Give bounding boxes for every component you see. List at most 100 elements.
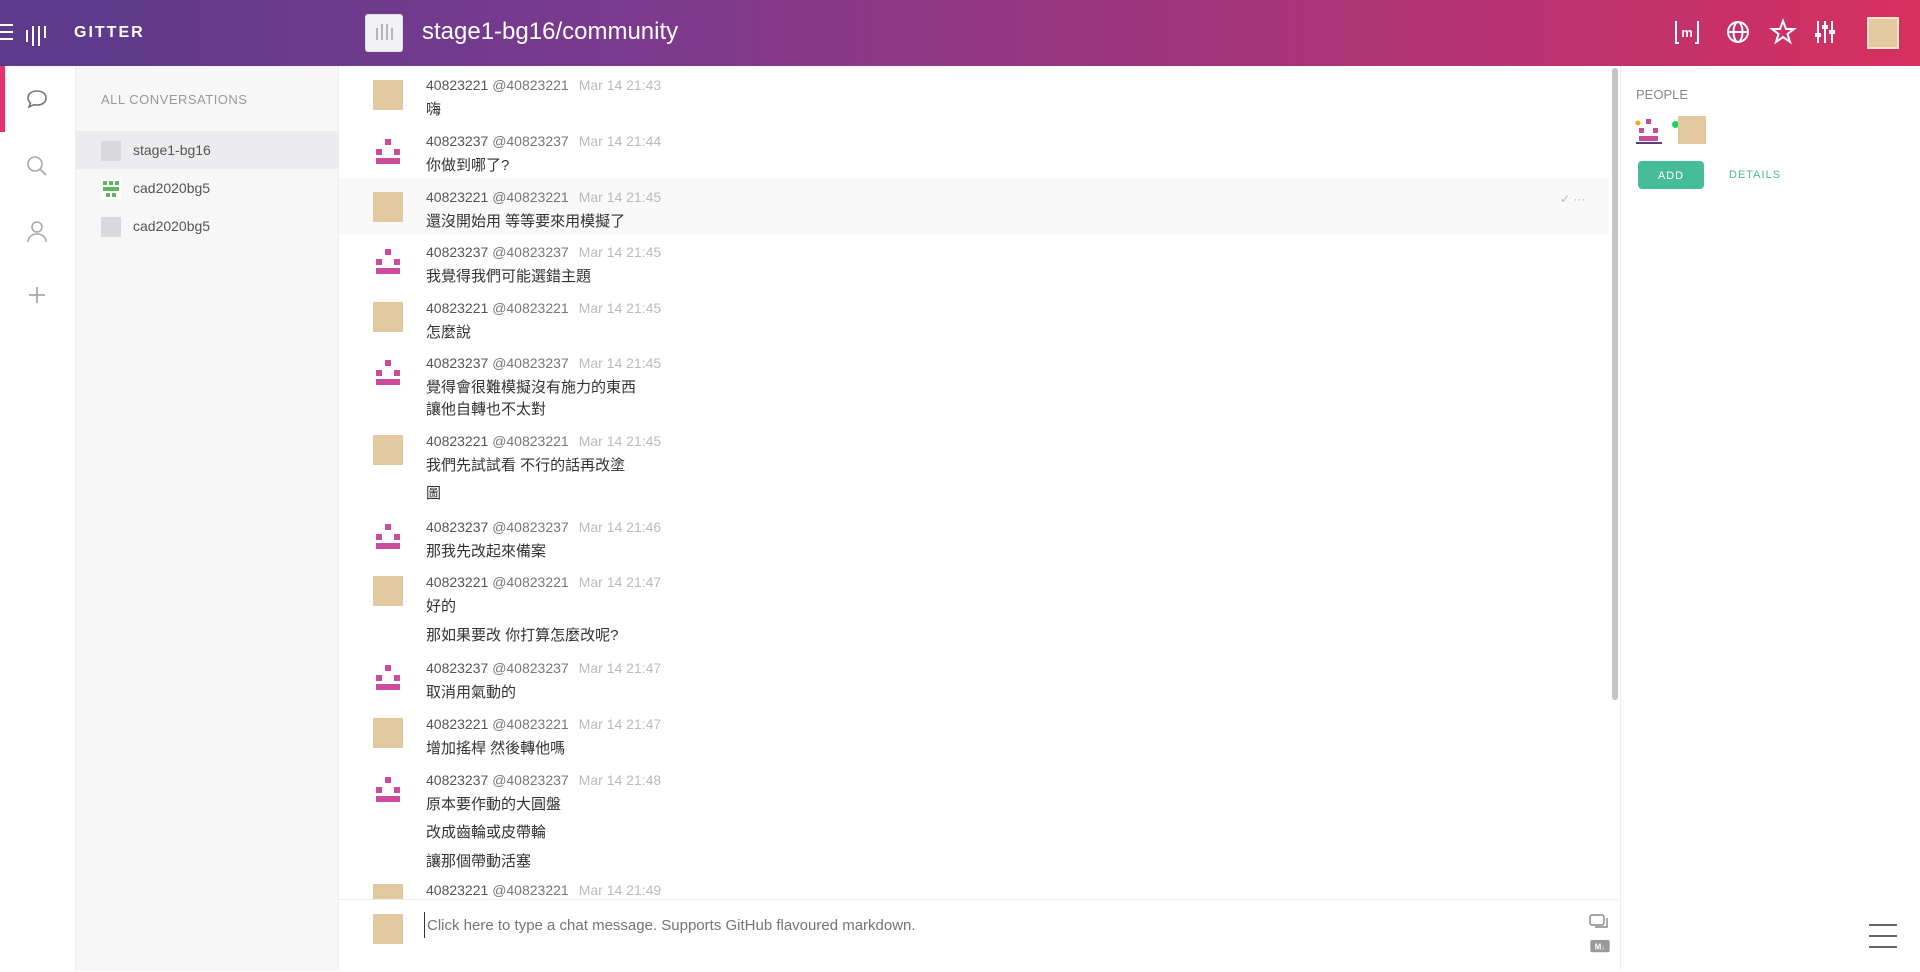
chat-input[interactable] [424,912,1579,938]
message-username[interactable]: @40823221 [492,882,569,898]
left-nav [0,66,76,971]
message-actions[interactable]: ✓ ··· [1560,192,1585,206]
message-avatar[interactable] [373,521,403,551]
message-time[interactable]: Mar 14 21:48 [579,772,662,788]
message-text: 讓那個帶動活塞 [426,853,532,870]
message-author[interactable]: 40823221 [426,716,488,732]
globe-icon[interactable] [1724,18,1752,46]
message-username[interactable]: @40823237 [492,133,569,149]
message-text: 好的 [426,598,457,615]
hamburger-icon[interactable] [0,24,13,42]
message-avatar[interactable] [373,576,403,606]
message-author[interactable]: 40823221 [426,574,488,590]
message-avatar[interactable] [373,192,403,222]
message-text: 原本要作動的大圓盤 [426,796,562,813]
message-username[interactable]: @40823237 [492,355,569,371]
chat-icon[interactable] [24,86,50,112]
message-text: 還沒開始用 等等要來用模擬了 [426,213,626,230]
message-author[interactable]: 40823221 [426,433,488,449]
message: 40823237 @40823237 Mar 14 21:46 那我先改起來備案 [339,510,1609,566]
message-time[interactable]: Mar 14 21:44 [579,133,662,149]
svg-text:M↓: M↓ [1595,943,1605,952]
message-avatar[interactable] [373,435,403,465]
message-header: 40823237 @40823237 Mar 14 21:48 [426,772,661,788]
settings-sliders-icon[interactable] [1811,18,1839,46]
message-author[interactable]: 40823221 [426,189,488,205]
message-header: 40823237 @40823237 Mar 14 21:47 [426,660,661,676]
conversation-item-stage1-bg16[interactable]: stage1-bg16 [76,131,338,169]
message-author[interactable]: 40823237 [426,660,488,676]
message-username[interactable]: @40823237 [492,660,569,676]
message-username[interactable]: @40823221 [492,77,569,93]
chat-area: 40823221 @40823221 Mar 14 21:43 嗨 4082323… [339,66,1619,899]
message-time[interactable]: Mar 14 21:46 [579,519,662,535]
gitter-logo-icon[interactable] [26,22,48,46]
svg-text:m: m [1681,25,1693,40]
message-time[interactable]: Mar 14 21:45 [579,189,662,205]
message-author[interactable]: 40823237 [426,133,488,149]
message-time[interactable]: Mar 14 21:45 [579,300,662,316]
message: 40823237 @40823237 Mar 14 21:44 你做到哪了? [339,122,1609,178]
message-avatar[interactable] [373,80,403,110]
people-avatar[interactable] [1635,116,1663,144]
message-username[interactable]: @40823221 [492,574,569,590]
message-author[interactable]: 40823237 [426,355,488,371]
message-time[interactable]: Mar 14 21:45 [579,355,662,371]
message-text: 取消用氣動的 [426,684,517,701]
message-username[interactable]: @40823237 [492,772,569,788]
more-options-icon[interactable]: ··· [1573,192,1585,206]
menu-icon[interactable] [1869,924,1897,950]
message-avatar[interactable] [373,774,403,804]
message-avatar[interactable] [373,662,403,692]
people-avatar[interactable] [1678,116,1706,144]
room-title[interactable]: stage1-bg16/community [422,18,678,46]
compose-mode-icon[interactable] [1589,914,1611,930]
message-username[interactable]: @40823237 [492,244,569,260]
message-time[interactable]: Mar 14 21:43 [579,77,662,93]
message-username[interactable]: @40823221 [492,300,569,316]
message-time[interactable]: Mar 14 21:45 [579,433,662,449]
message-time[interactable]: Mar 14 21:47 [579,574,662,590]
add-people-button[interactable]: ADD [1638,161,1704,189]
conversation-item-cad2020bg5-2[interactable]: cad2020bg5 [76,207,338,245]
right-panel: PEOPLE ADD DETAILS [1620,66,1920,971]
message-author[interactable]: 40823221 [426,300,488,316]
message-avatar[interactable] [373,302,403,332]
chat-scrollbar[interactable] [1612,68,1618,700]
message-time[interactable]: Mar 14 21:49 [579,882,662,898]
read-check-icon: ✓ [1560,192,1571,206]
message-username[interactable]: @40823221 [492,716,569,732]
person-icon[interactable] [24,218,50,244]
conversation-label: stage1-bg16 [133,142,211,158]
message-author[interactable]: 40823221 [426,77,488,93]
message-username[interactable]: @40823221 [492,189,569,205]
message-author[interactable]: 40823237 [426,244,488,260]
message-avatar[interactable] [373,718,403,748]
markdown-icon[interactable]: M↓ [1589,940,1611,956]
details-link[interactable]: DETAILS [1729,169,1781,181]
message-time[interactable]: Mar 14 21:47 [579,716,662,732]
plus-icon[interactable] [24,282,50,308]
gitter-logo-text[interactable]: GITTER [74,24,145,42]
message-time[interactable]: Mar 14 21:45 [579,244,662,260]
message: 40823221 @40823221 Mar 14 21:45 我們先試試看 不行… [339,424,1609,510]
message-avatar[interactable] [373,884,403,899]
message-author[interactable]: 40823221 [426,882,488,898]
message-username[interactable]: @40823221 [492,433,569,449]
message-author[interactable]: 40823237 [426,772,488,788]
search-icon[interactable] [24,153,50,179]
message-avatar[interactable] [373,136,403,166]
message-avatar[interactable] [373,246,403,276]
message-time[interactable]: Mar 14 21:47 [579,660,662,676]
user-avatar[interactable] [1867,17,1899,49]
matrix-icon[interactable]: m [1673,18,1701,46]
message-username[interactable]: @40823237 [492,519,569,535]
message-avatar[interactable] [373,357,403,387]
message-text: 改成齒輪或皮帶輪 [426,824,547,841]
message: 40823221 @40823221 Mar 14 21:45 還沒開始用 等等要… [339,178,1609,234]
message-header: 40823237 @40823237 Mar 14 21:44 [426,133,661,149]
message-author[interactable]: 40823237 [426,519,488,535]
conversation-item-cad2020bg5[interactable]: cad2020bg5 [76,169,338,207]
star-icon[interactable] [1769,18,1797,46]
message-text: 那我先改起來備案 [426,543,547,560]
